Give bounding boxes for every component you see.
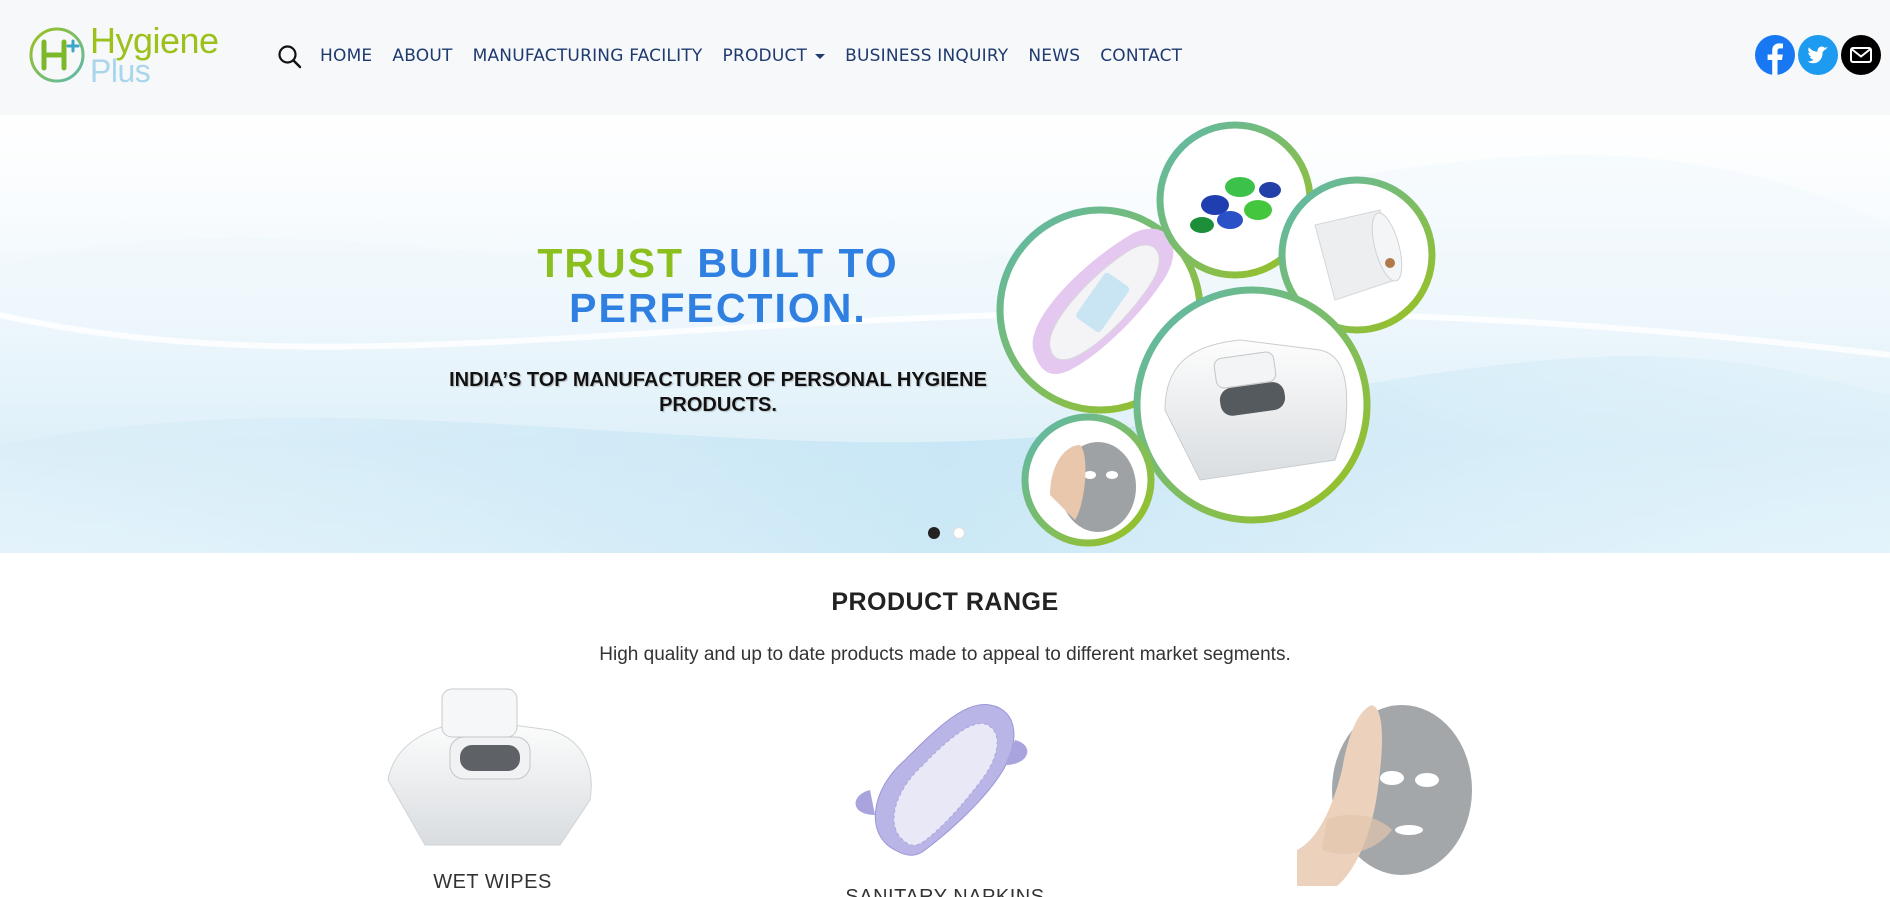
nav-manufacturing-facility[interactable]: MANUFACTURING FACILITY	[473, 44, 703, 68]
wet-wipes-pack-image	[1133, 286, 1371, 524]
product-name-wet-wipes: WET WIPES	[433, 871, 552, 893]
face-mask-product-image	[1297, 705, 1472, 886]
hero-carousel[interactable]: TRUST BUILT TO PERFECTION. INDIA’S TOP M…	[0, 115, 1890, 553]
carousel-dot-1[interactable]	[928, 527, 940, 539]
nav-news-label: NEWS	[1028, 46, 1081, 66]
brand-logo[interactable]: Hygiene Plus	[28, 20, 238, 89]
page: Hygiene Plus HOME ABOUT MANUFACTURING FA…	[0, 0, 1890, 897]
face-mask-image	[1021, 413, 1155, 547]
nav-business-inquiry[interactable]: BUSINESS INQUIRY	[845, 44, 1008, 68]
sanitary-napkin-image	[855, 703, 1028, 856]
hero-headline: TRUST BUILT TO PERFECTION.	[470, 241, 966, 331]
product-card-face-mask[interactable]	[1297, 700, 1477, 886]
nav-contact[interactable]: CONTACT	[1100, 44, 1182, 68]
nav-contact-label: CONTACT	[1100, 46, 1183, 66]
twitter-icon[interactable]	[1798, 35, 1838, 75]
caret-down-icon	[815, 53, 826, 59]
hero-product-collage	[996, 121, 1436, 547]
wet-wipes-image	[387, 688, 592, 846]
search-icon[interactable]	[276, 43, 304, 71]
nav-business-inquiry-label: BUSINESS INQUIRY	[845, 46, 1009, 66]
nav-manufacturing-facility-label: MANUFACTURING FACILITY	[472, 46, 703, 66]
nav-product-label: PRODUCT	[722, 46, 808, 66]
email-icon[interactable]	[1841, 35, 1881, 75]
hero-headline-green: TRUST	[537, 240, 684, 286]
product-range-title: PRODUCT RANGE	[831, 588, 1059, 616]
nav-home-label: HOME	[320, 46, 373, 66]
main-nav: HOME ABOUT MANUFACTURING FACILITY PRODUC…	[320, 44, 1202, 68]
hero-headline-blue-1: BUILT TO	[697, 240, 899, 286]
nav-home[interactable]: HOME	[320, 44, 372, 68]
carousel-dot-2[interactable]	[953, 527, 965, 539]
nav-about-label: ABOUT	[392, 46, 453, 66]
nav-product-dropdown[interactable]: PRODUCT	[723, 44, 826, 68]
nav-news[interactable]: NEWS	[1028, 44, 1080, 68]
hero-background-wave	[0, 115, 1890, 553]
product-range-description: High quality and up to date products mad…	[599, 644, 1291, 665]
product-card-sanitary-napkins[interactable]: SANITARY NAPKINS	[835, 690, 1055, 897]
site-header: Hygiene Plus HOME ABOUT MANUFACTURING FA…	[0, 0, 1890, 115]
nav-about[interactable]: ABOUT	[392, 44, 452, 68]
hero-subheadline: INDIA’S TOP MANUFACTURER OF PERSONAL HYG…	[449, 369, 987, 416]
facebook-icon[interactable]	[1755, 35, 1795, 75]
product-card-wet-wipes[interactable]: WET WIPES	[380, 685, 605, 897]
product-name-sanitary-napkins: SANITARY NAPKINS	[845, 886, 1045, 897]
hero-headline-blue-2: PERFECTION.	[569, 285, 867, 331]
logo-mark-icon	[29, 27, 85, 83]
brand-name-line2: Plus	[90, 53, 151, 89]
